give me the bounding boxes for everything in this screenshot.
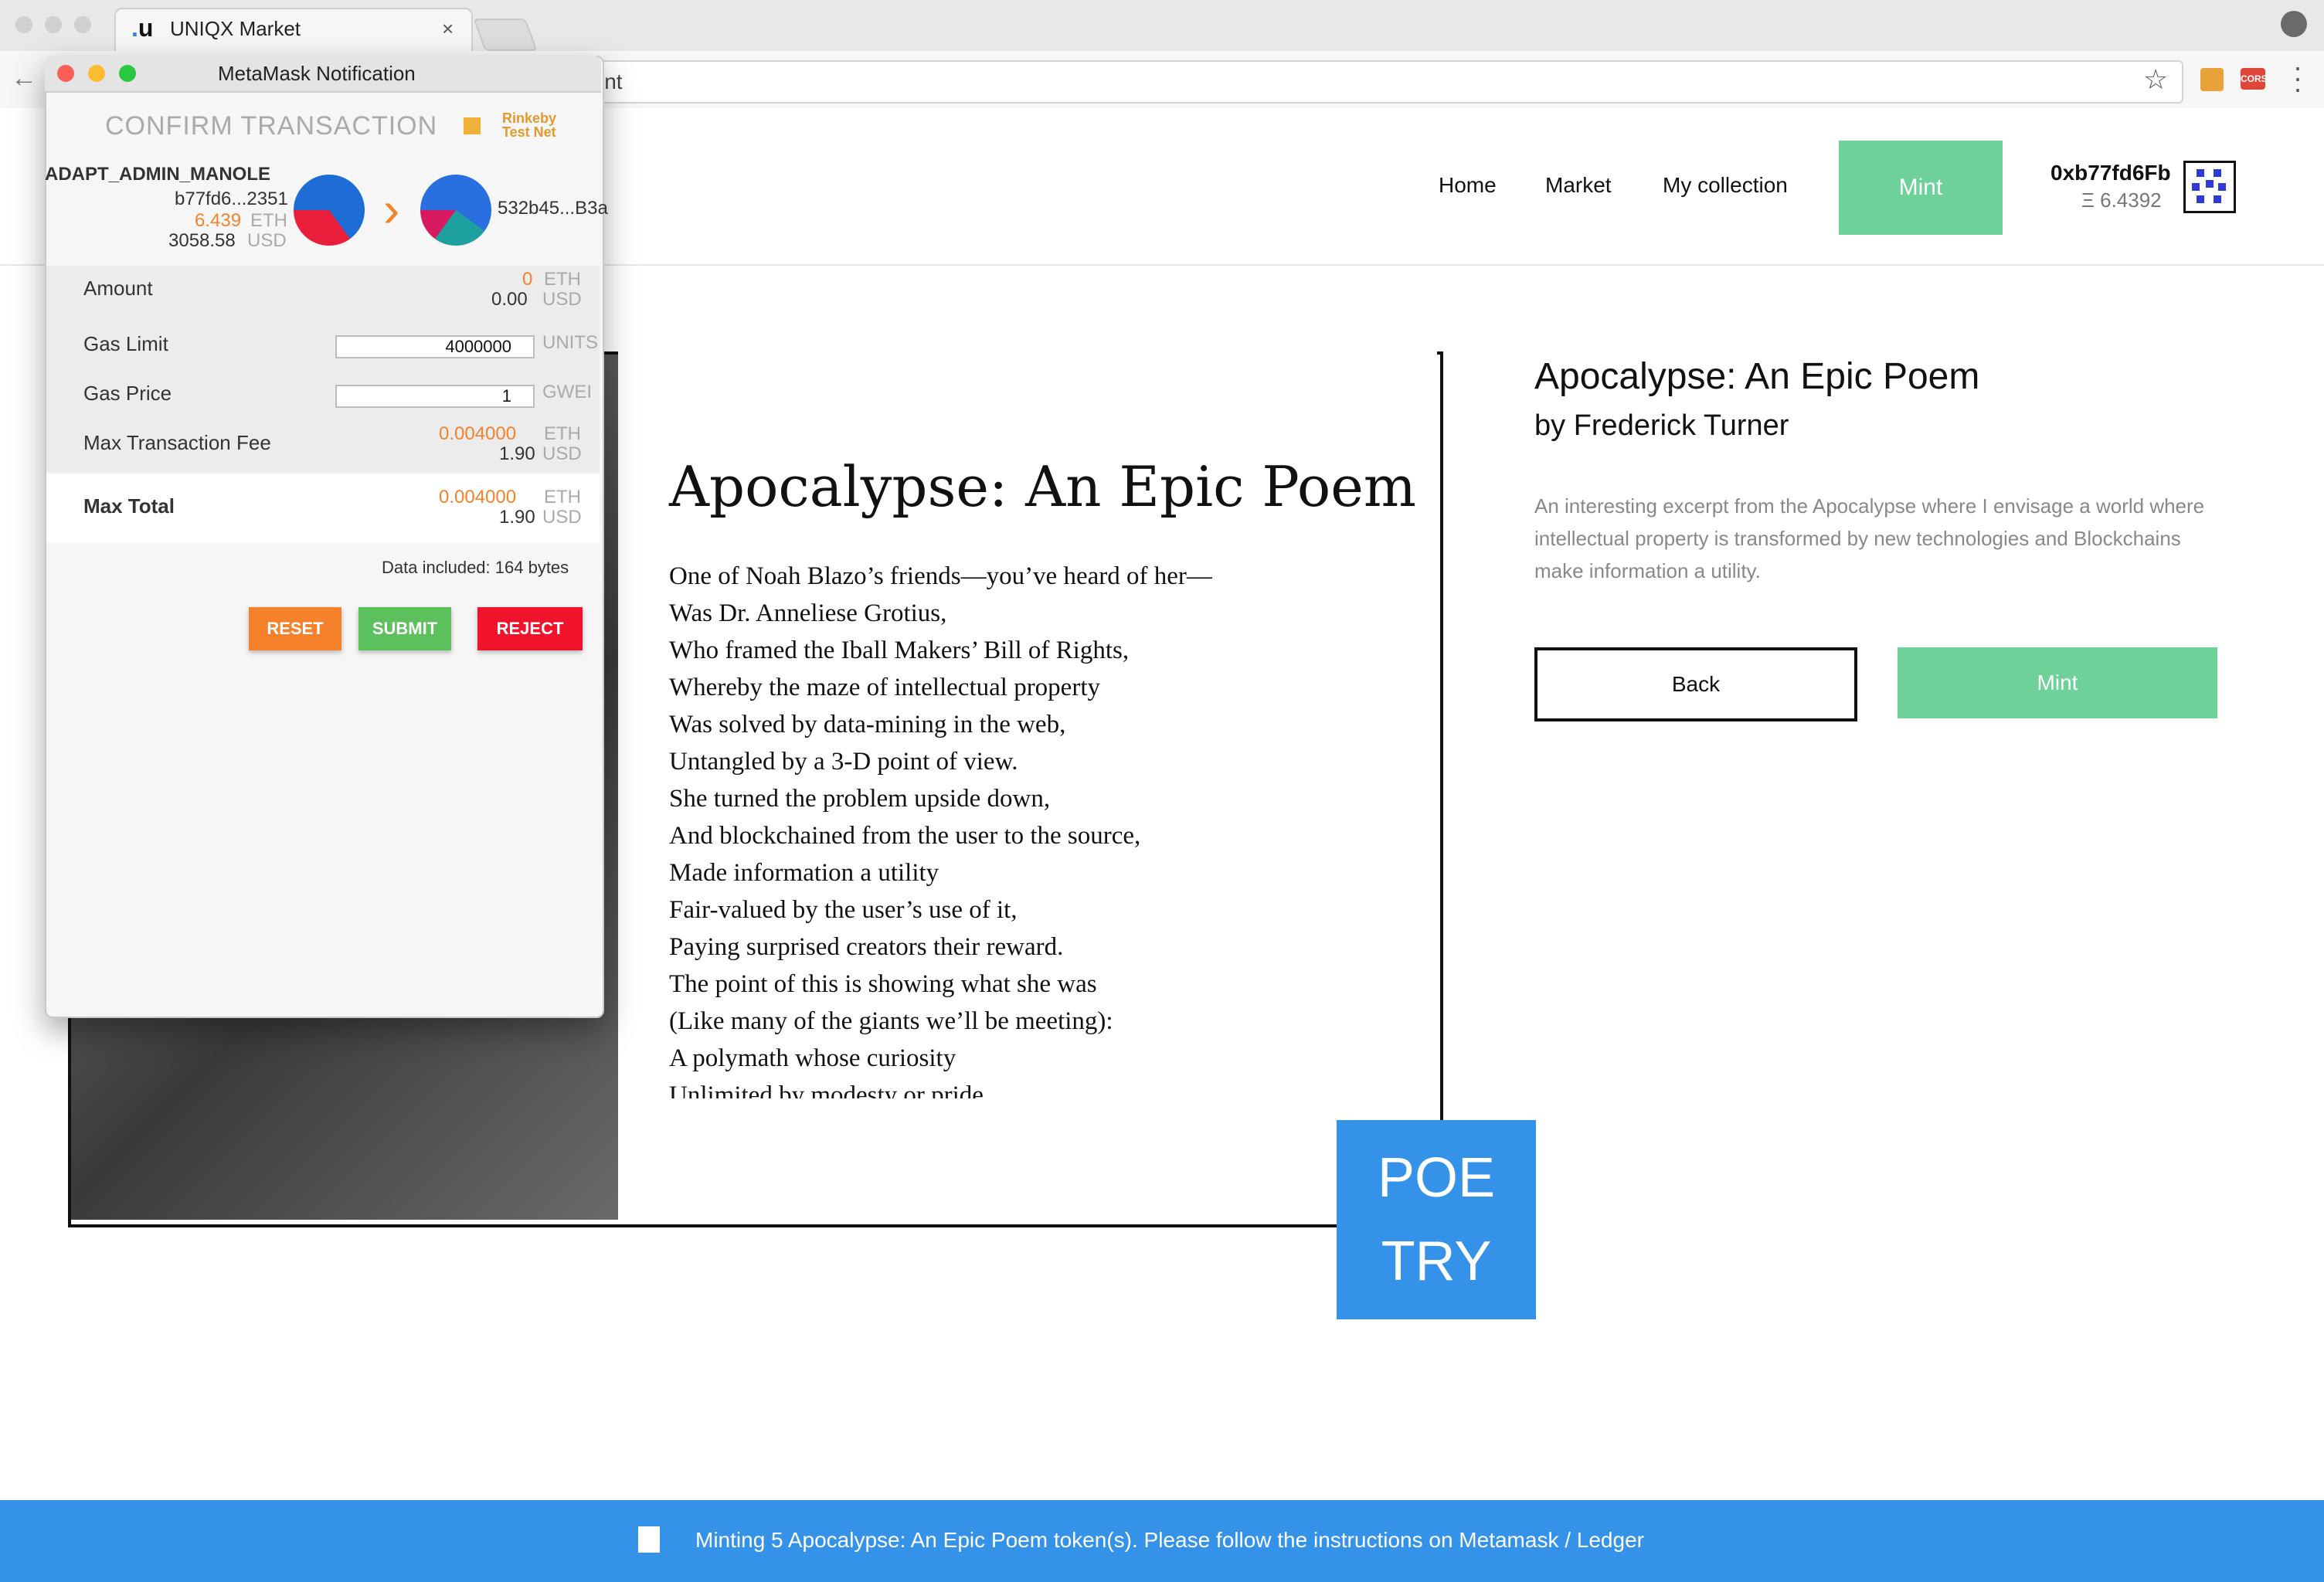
poem-line: Who framed the Iball Makers’ Bill of Rig… <box>669 637 1130 664</box>
poem-line: And blockchained from the user to the so… <box>669 822 1141 850</box>
poem-line: A polymath whose curiosity <box>669 1044 956 1072</box>
back-arrow-icon[interactable]: ← <box>11 63 37 93</box>
metamask-minimize-light[interactable] <box>88 65 105 82</box>
window-zoom-light[interactable] <box>74 16 91 33</box>
tab-close-icon[interactable]: × <box>442 17 454 41</box>
gas-limit-unit: UNITS <box>542 332 598 353</box>
from-address: b77fd6...2351 <box>175 188 288 209</box>
nav-mint-button[interactable]: Mint <box>1839 141 2003 235</box>
amount-usd: 0.00 <box>491 289 528 310</box>
metamask-close-light[interactable] <box>57 65 74 82</box>
max-total-eth-unit: ETH <box>544 487 581 508</box>
from-account-avatar-icon <box>294 175 365 246</box>
detail-author: by Frederick Turner <box>1534 409 1789 442</box>
gas-price-label: Gas Price <box>83 382 172 405</box>
poem-line: Fair-valued by the user’s use of it, <box>669 896 1018 924</box>
reset-button[interactable]: RESET <box>249 607 341 650</box>
max-total-eth: 0.004000 <box>439 487 517 508</box>
poetry-category-badge: POE TRY <box>1337 1120 1536 1319</box>
poem-line: The point of this is showing what she wa… <box>669 970 1097 998</box>
back-button[interactable]: Back <box>1534 647 1857 721</box>
poem-line: Made information a utility <box>669 859 939 887</box>
from-eth-unit: ETH <box>250 210 287 231</box>
cors-extension-icon[interactable]: CORS <box>2241 68 2268 90</box>
gas-limit-label: Gas Limit <box>83 332 168 355</box>
tab-title: UNIQX Market <box>170 17 301 40</box>
bookmark-star-icon[interactable]: ☆ <box>2143 63 2168 96</box>
poem-line: Was solved by data-mining in the web, <box>669 711 1066 738</box>
profile-icon[interactable] <box>2281 11 2307 37</box>
poem-line: Unlimited by modesty or pride <box>669 1081 984 1098</box>
detail-title: Apocalypse: An Epic Poem <box>1534 356 1980 397</box>
nav-market[interactable]: Market <box>1545 173 1612 198</box>
poem-title: Apocalypse: An Epic Poem <box>669 454 1417 519</box>
gas-price-input[interactable]: 1 <box>335 385 535 408</box>
chevron-right-icon: › <box>383 182 400 237</box>
wallet-balance: Ξ 6.4392 <box>2081 188 2162 212</box>
to-address: 532b45...B3a <box>498 198 608 219</box>
detail-description: An interesting excerpt from the Apocalyp… <box>1534 494 2205 582</box>
status-banner-text: Minting 5 Apocalypse: An Epic Poem token… <box>695 1528 1644 1552</box>
max-fee-usd-unit: USD <box>542 443 582 464</box>
badge-line-1: POE <box>1377 1147 1496 1209</box>
confirm-transaction-heading: CONFIRM TRANSACTION <box>105 111 438 141</box>
poem-line: She turned the problem upside down, <box>669 785 1051 813</box>
wallet-address: 0xb77fd6Fb <box>2050 161 2171 185</box>
nav-home[interactable]: Home <box>1439 173 1497 198</box>
to-account-avatar-icon <box>420 175 491 246</box>
metamask-zoom-light[interactable] <box>119 65 136 82</box>
poem-body: One of Noah Blazo’s friends—you’ve heard… <box>669 558 1364 1098</box>
metamask-window-title: MetaMask Notification <box>218 62 416 85</box>
uniqx-logo-icon: .u <box>131 14 154 42</box>
gas-price-unit: GWEI <box>542 382 592 402</box>
max-fee-eth: 0.004000 <box>439 423 517 444</box>
browser-menu-icon[interactable]: · · · <box>2293 53 2302 103</box>
window-minimize-light[interactable] <box>45 16 62 33</box>
amount-eth-unit: ETH <box>544 269 581 290</box>
max-total-usd: 1.90 <box>499 507 535 528</box>
network-indicator-icon <box>464 117 481 134</box>
gas-limit-input[interactable]: 4000000 <box>335 335 535 358</box>
poem-line: Paying surprised creators their reward. <box>669 933 1064 961</box>
badge-line-2: TRY <box>1381 1231 1492 1292</box>
from-usd-unit: USD <box>247 230 287 251</box>
account-name: ADAPT_ADMIN_MANOLE <box>45 164 271 185</box>
reject-button[interactable]: REJECT <box>477 607 583 650</box>
amount-label: Amount <box>83 277 153 300</box>
amount-eth: 0 <box>522 269 533 290</box>
max-total-usd-unit: USD <box>542 507 582 528</box>
from-usd-balance: 3058.58 <box>168 230 236 251</box>
nav-my-collection[interactable]: My collection <box>1663 173 1788 198</box>
max-fee-eth-unit: ETH <box>544 423 581 444</box>
extension-icon[interactable] <box>2200 68 2224 91</box>
max-fee-label: Max Transaction Fee <box>83 431 271 454</box>
amount-usd-unit: USD <box>542 289 582 310</box>
wallet-identicon-icon[interactable] <box>2183 161 2236 213</box>
poem-line: Was Dr. Anneliese Grotius, <box>669 599 947 627</box>
data-included-text: Data included: 164 bytes <box>382 558 569 577</box>
poem-line: Untangled by a 3-D point of view. <box>669 748 1018 776</box>
window-close-light[interactable] <box>15 16 32 33</box>
mint-button[interactable]: Mint <box>1898 647 2217 718</box>
submit-button[interactable]: SUBMIT <box>358 607 451 650</box>
poem-line: (Like many of the giants we’ll be meetin… <box>669 1007 1113 1035</box>
document-icon <box>638 1526 660 1553</box>
max-total-label: Max Total <box>83 494 175 518</box>
network-label: Rinkeby Test Net <box>502 110 557 140</box>
from-eth-balance: 6.439 <box>195 210 242 231</box>
max-fee-usd: 1.90 <box>499 443 535 464</box>
poem-line: Whereby the maze of intellectual propert… <box>669 674 1100 701</box>
poem-line: One of Noah Blazo’s friends—you’ve heard… <box>669 562 1212 590</box>
